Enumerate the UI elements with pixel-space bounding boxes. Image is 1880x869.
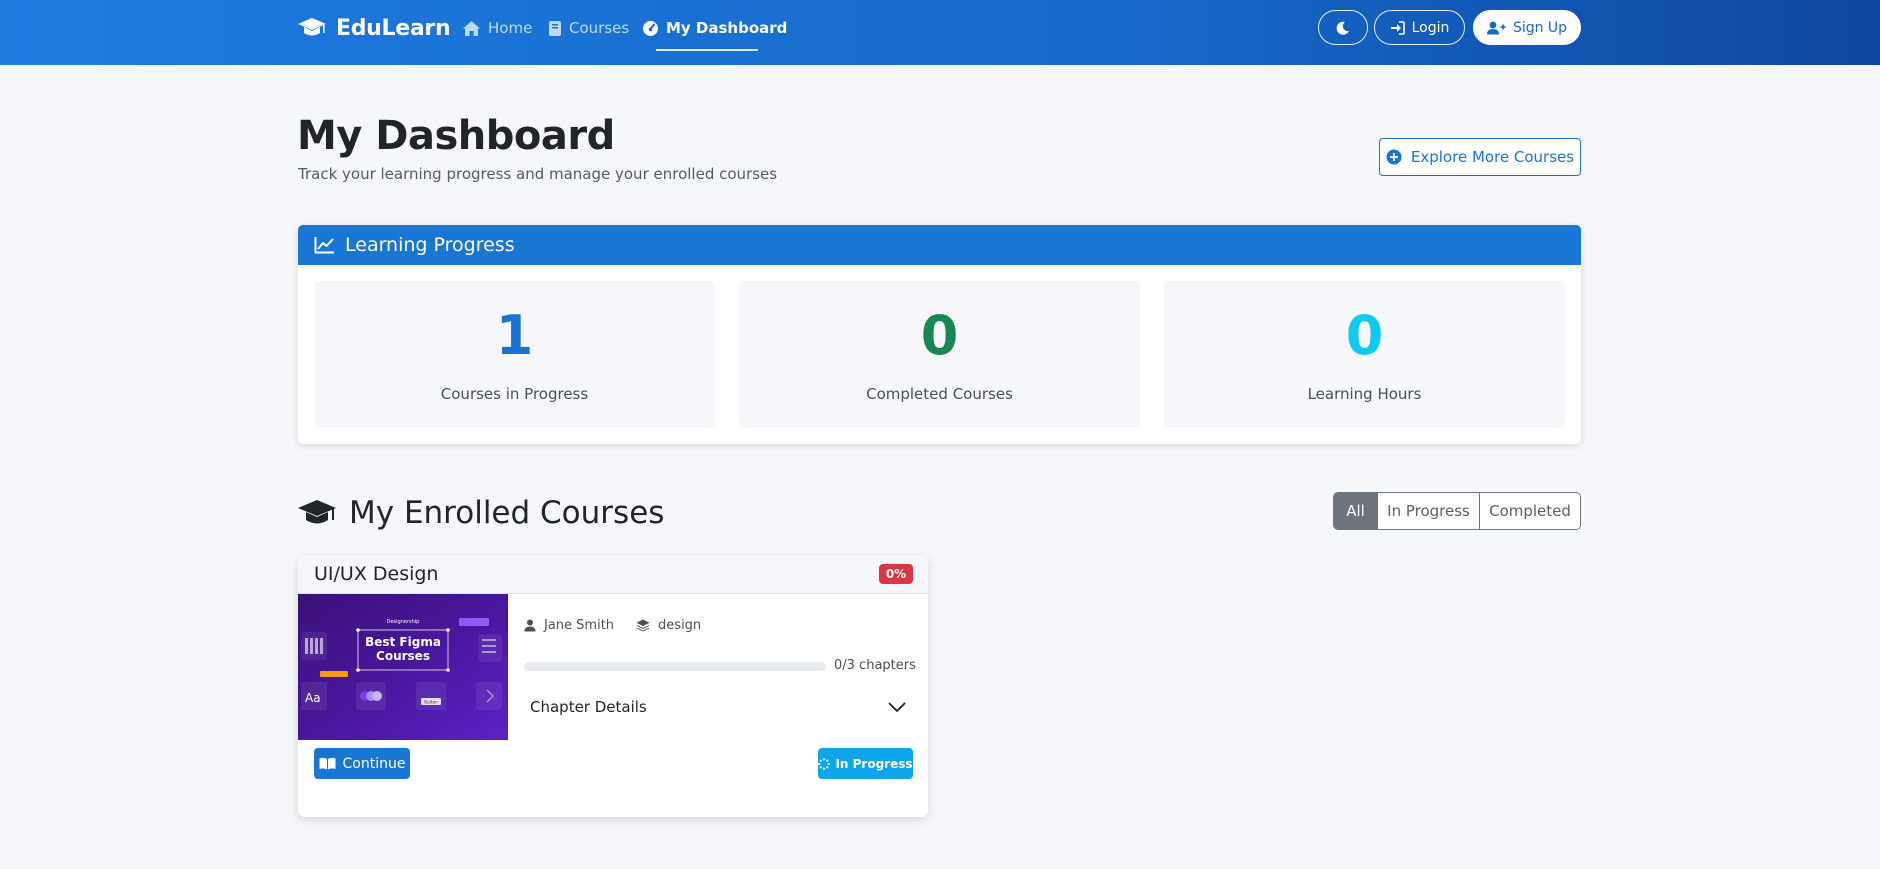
nav-link-dashboard-label: My Dashboard — [666, 19, 788, 37]
explore-courses-label: Explore More Courses — [1410, 148, 1575, 166]
course-category: design — [658, 617, 702, 633]
stat-value: 0 — [1345, 304, 1384, 367]
brand-logo[interactable]: EduLearn — [297, 13, 451, 43]
enrolled-courses-title: My Enrolled Courses — [349, 495, 665, 531]
gauge-icon — [642, 20, 659, 37]
thumb-aa: Aa — [305, 691, 321, 705]
brand-name: EduLearn — [336, 15, 451, 41]
course-progress-bar — [524, 662, 826, 671]
login-label: Login — [1411, 19, 1450, 36]
login-button[interactable]: Login — [1374, 10, 1465, 45]
stat-value: 1 — [495, 304, 534, 367]
thumb-button: Button — [424, 700, 438, 705]
signup-button[interactable]: Sign Up — [1473, 10, 1581, 45]
graduation-cap-icon — [297, 16, 327, 40]
nav-link-courses[interactable]: Courses — [548, 16, 629, 40]
stat-completed-courses: 0 Completed Courses — [739, 281, 1140, 428]
chapter-details-toggle[interactable]: Chapter Details — [524, 688, 912, 726]
page-title: My Dashboard — [297, 113, 615, 159]
user-plus-icon — [1486, 21, 1506, 35]
learning-progress-header: Learning Progress — [298, 225, 1581, 265]
nav-link-dashboard[interactable]: My Dashboard — [642, 16, 787, 40]
moon-icon — [1336, 21, 1350, 35]
filter-in-progress-button[interactable]: In Progress — [1377, 493, 1479, 529]
course-meta: Jane Smith design — [524, 615, 701, 635]
course-title[interactable]: UI/UX Design — [314, 563, 438, 585]
status-badge: In Progress — [818, 748, 913, 779]
user-icon — [524, 619, 536, 632]
course-filter-group: All In Progress Completed — [1333, 492, 1581, 530]
course-card: UI/UX Design 0% Designership Best Figma — [298, 555, 928, 817]
stat-courses-in-progress: 1 Courses in Progress — [314, 281, 715, 428]
nav-link-home[interactable]: Home — [462, 16, 532, 40]
learning-progress-card: Learning Progress 1 Courses in Progress … — [298, 225, 1581, 444]
learning-progress-title: Learning Progress — [345, 234, 515, 256]
thumb-brand: Designership — [387, 619, 420, 625]
theme-toggle-button[interactable] — [1318, 10, 1368, 45]
filter-completed-button[interactable]: Completed — [1479, 493, 1580, 529]
continue-label: Continue — [342, 755, 406, 772]
course-thumbnail[interactable]: Designership Best Figma Courses Aa Butto… — [298, 594, 508, 740]
nav-link-courses-label: Courses — [569, 19, 630, 37]
signup-label: Sign Up — [1512, 19, 1568, 36]
continue-button[interactable]: Continue — [314, 748, 410, 779]
active-nav-indicator — [656, 49, 758, 51]
stat-label: Completed Courses — [866, 385, 1013, 403]
stat-label: Learning Hours — [1307, 385, 1422, 403]
book-open-icon — [319, 757, 336, 770]
top-navbar: EduLearn Home Courses My Dashboard Login — [0, 0, 1880, 65]
explore-courses-button[interactable]: Explore More Courses — [1379, 138, 1581, 176]
plus-circle-icon — [1386, 149, 1402, 165]
graduation-cap-icon — [297, 497, 337, 529]
book-icon — [548, 20, 562, 37]
enrolled-courses-heading: My Enrolled Courses — [297, 492, 664, 534]
stat-learning-hours: 0 Learning Hours — [1164, 281, 1565, 428]
stat-value: 0 — [920, 304, 959, 367]
spinner-icon — [818, 757, 831, 770]
instructor-name: Jane Smith — [544, 617, 615, 633]
status-label: In Progress — [835, 756, 913, 771]
page-subtitle: Track your learning progress and manage … — [298, 165, 778, 183]
filter-all-button[interactable]: All — [1334, 493, 1377, 529]
thumb-line1: Best Figma — [365, 635, 441, 649]
chapters-count: 0/3 chapters — [834, 658, 916, 673]
completion-percent-badge: 0% — [879, 564, 913, 584]
nav-link-home-label: Home — [488, 19, 533, 37]
chart-line-icon — [314, 236, 335, 254]
chapter-details-label: Chapter Details — [530, 698, 647, 716]
course-card-header: UI/UX Design 0% — [298, 555, 928, 594]
home-icon — [462, 20, 481, 37]
stat-label: Courses in Progress — [440, 385, 589, 403]
sign-in-icon — [1390, 20, 1405, 35]
thumb-line2: Courses — [376, 649, 430, 663]
chevron-down-icon — [888, 702, 906, 713]
layers-icon — [636, 619, 650, 632]
